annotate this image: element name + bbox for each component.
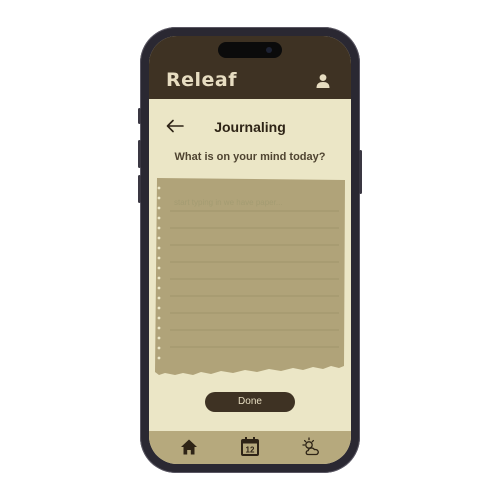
bottom-tab-bar: 12 [149,431,351,464]
dynamic-island [218,42,282,58]
done-button[interactable]: Done [205,392,295,412]
user-icon[interactable] [315,73,331,89]
journal-prompt: What is on your mind today? [174,151,326,163]
phone-power-button [359,150,362,194]
phone-volume-down-button [138,175,141,203]
app-logo[interactable]: Releaf [166,69,237,91]
app-screen: Releaf Journaling What is on your mind t… [149,36,351,464]
phone-side-button [138,108,141,124]
calendar-day-label: 12 [246,446,255,455]
home-icon[interactable] [177,436,201,458]
page-title: Journaling [214,119,286,135]
journal-placeholder[interactable]: start typing in we have paper... [174,198,283,208]
weather-icon[interactable] [300,436,324,458]
camera-icon [266,47,272,53]
phone-volume-up-button [138,140,141,168]
calendar-icon[interactable]: 12 [238,436,262,458]
journal-paper[interactable]: start typing in we have paper... [153,176,347,386]
